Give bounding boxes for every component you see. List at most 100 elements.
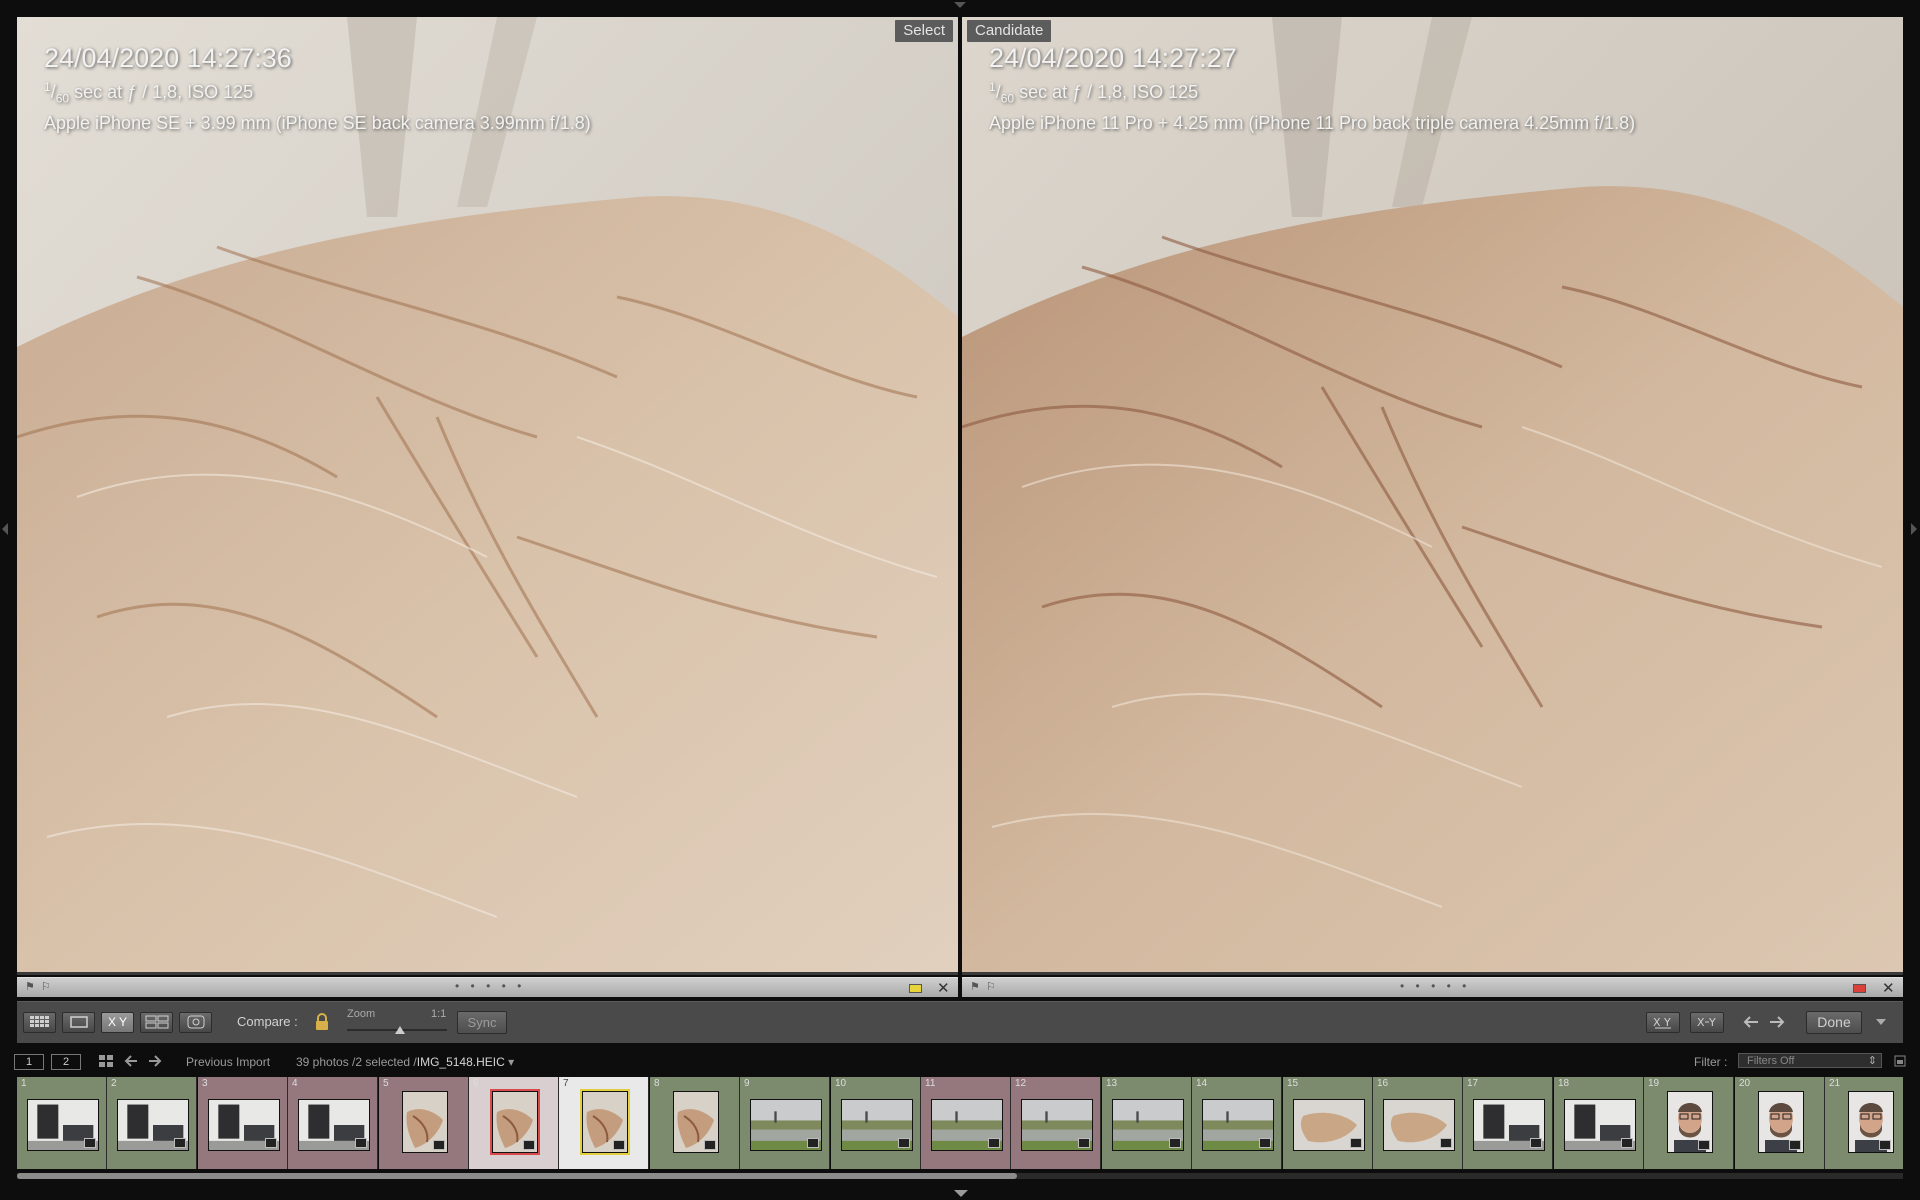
top-panel-toggle-icon[interactable] (954, 2, 966, 8)
filmstrip-cell[interactable]: 7 (559, 1077, 649, 1169)
edited-badge-icon (84, 1138, 96, 1148)
make-select-button[interactable]: XY (1690, 1012, 1724, 1033)
left-panel-toggle-icon[interactable] (2, 523, 8, 535)
filmstrip-thumbnail[interactable] (931, 1099, 1003, 1151)
filmstrip-cell-number: 7 (563, 1078, 569, 1089)
filmstrip-cell[interactable]: 5 (379, 1077, 469, 1169)
survey-view-button[interactable] (140, 1012, 173, 1033)
sync-button[interactable]: Sync (457, 1011, 507, 1034)
filmstrip-thumbnail[interactable] (1112, 1099, 1184, 1151)
grid-view-button[interactable] (23, 1012, 56, 1033)
source-label[interactable]: Previous Import (186, 1055, 270, 1069)
candidate-close-icon[interactable]: ✕ (1882, 979, 1895, 997)
select-pane[interactable]: Select 24/04/2020 14:27:36 1/60 sec at ƒ… (17, 17, 958, 975)
filmstrip-cell-number: 4 (292, 1078, 298, 1089)
select-label: Select (895, 20, 953, 42)
select-close-icon[interactable]: ✕ (937, 979, 950, 997)
filmstrip-thumbnail[interactable] (490, 1089, 540, 1155)
right-panel-toggle-icon[interactable] (1911, 523, 1917, 535)
filmstrip-cell[interactable]: 13 (1102, 1077, 1192, 1169)
filmstrip-cell[interactable]: 19 (1644, 1077, 1734, 1169)
filmstrip-scrollbar[interactable] (17, 1173, 1903, 1179)
filmstrip-cell[interactable]: 16 (1373, 1077, 1463, 1169)
filmstrip-thumbnail[interactable] (1667, 1091, 1713, 1153)
filmstrip-cell[interactable]: 8 (650, 1077, 740, 1169)
secondary-window-button[interactable]: 2 (51, 1054, 81, 1070)
select-exposure: 1/60 sec at ƒ / 1,8, ISO 125 (44, 80, 254, 106)
filmstrip-thumbnail[interactable] (27, 1099, 99, 1151)
filmstrip-cell[interactable]: 4 (288, 1077, 378, 1169)
filmstrip-thumbnail[interactable] (1293, 1099, 1365, 1151)
main-window-button[interactable]: 1 (14, 1054, 44, 1070)
filmstrip-cell[interactable]: 6 (469, 1077, 559, 1169)
filmstrip-cell[interactable]: 10 (831, 1077, 921, 1169)
select-photo[interactable] (17, 17, 958, 972)
zoom-label: Zoom (347, 1008, 376, 1020)
filmstrip-cell[interactable]: 20 (1735, 1077, 1825, 1169)
candidate-photo[interactable] (962, 17, 1903, 972)
filmstrip-toggle-icon[interactable] (954, 1190, 968, 1197)
loupe-view-button[interactable] (62, 1012, 95, 1033)
lock-icon[interactable] (315, 1012, 329, 1032)
filmstrip-thumbnail[interactable] (750, 1099, 822, 1151)
filmstrip-thumbnail[interactable] (1021, 1099, 1093, 1151)
filmstrip-cell-number: 8 (654, 1078, 660, 1089)
filmstrip-thumbnail[interactable] (1473, 1099, 1545, 1151)
edited-badge-icon (1879, 1140, 1891, 1150)
filmstrip-cell[interactable]: 15 (1283, 1077, 1373, 1169)
filmstrip-cell[interactable]: 17 (1463, 1077, 1553, 1169)
menu-chevron-icon[interactable] (1875, 1018, 1887, 1026)
filmstrip-cell-number: 6 (473, 1078, 479, 1089)
filmstrip-scroll-thumb[interactable] (17, 1173, 1017, 1179)
filmstrip-cell[interactable]: 21 (1825, 1077, 1903, 1169)
filmstrip-cell[interactable]: 3 (198, 1077, 288, 1169)
filmstrip-thumbnail[interactable] (673, 1091, 719, 1153)
edited-badge-icon (1621, 1138, 1633, 1148)
edited-badge-icon (355, 1138, 367, 1148)
filmstrip-cell-number: 18 (1558, 1078, 1570, 1089)
filter-select[interactable]: Filters Off ⇕ (1738, 1053, 1882, 1068)
next-arrow-icon[interactable] (1768, 1015, 1786, 1029)
forward-arrow-icon[interactable] (148, 1055, 162, 1067)
back-arrow-icon[interactable] (124, 1055, 138, 1067)
previous-arrow-icon[interactable] (1742, 1015, 1760, 1029)
filmstrip-cell[interactable]: 9 (740, 1077, 830, 1169)
grid-icon[interactable] (99, 1055, 113, 1067)
filmstrip-cell[interactable]: 14 (1192, 1077, 1282, 1169)
flag-icon[interactable]: ⚑ (970, 982, 980, 993)
candidate-pane[interactable]: Candidate 24/04/2020 14:27:27 1/60 sec a… (962, 17, 1903, 975)
filmstrip-cell[interactable]: 1 (17, 1077, 107, 1169)
reject-flag-icon[interactable]: ⚐ (41, 982, 51, 993)
swap-button[interactable]: XY (1646, 1012, 1680, 1033)
done-button[interactable]: Done (1806, 1011, 1862, 1034)
reject-flag-icon[interactable]: ⚐ (986, 982, 996, 993)
filmstrip-thumbnail[interactable] (841, 1099, 913, 1151)
candidate-color-label[interactable] (1853, 984, 1866, 993)
photo-count[interactable]: 39 photos /2 selected /IMG_5148.HEIC ▾ (296, 1055, 514, 1069)
filmstrip-thumbnail[interactable] (208, 1099, 280, 1151)
filmstrip-thumbnail[interactable] (402, 1091, 448, 1153)
filmstrip-thumbnail[interactable] (298, 1099, 370, 1151)
filter-lock-icon[interactable] (1894, 1055, 1906, 1067)
filmstrip-thumbnail[interactable] (117, 1099, 189, 1151)
filmstrip-thumbnail[interactable] (1202, 1099, 1274, 1151)
people-view-button[interactable] (179, 1012, 212, 1033)
select-color-label[interactable] (909, 984, 922, 993)
candidate-label: Candidate (967, 20, 1052, 42)
filmstrip-thumbnail[interactable] (1848, 1091, 1894, 1153)
filmstrip-thumbnail[interactable] (1758, 1091, 1804, 1153)
filmstrip-thumbnail[interactable] (1383, 1099, 1455, 1151)
select-rating[interactable]: • • • • • (455, 979, 525, 993)
zoom-slider-thumb[interactable] (395, 1026, 405, 1034)
filmstrip-cell[interactable]: 11 (921, 1077, 1011, 1169)
filmstrip-thumbnail[interactable] (580, 1089, 630, 1155)
flag-icon[interactable]: ⚑ (25, 982, 35, 993)
candidate-rating[interactable]: • • • • • (1400, 979, 1470, 993)
edited-badge-icon (523, 1140, 535, 1150)
svg-text:Y: Y (1663, 1016, 1671, 1029)
filmstrip-cell[interactable]: 2 (107, 1077, 197, 1169)
filmstrip-cell[interactable]: 18 (1554, 1077, 1644, 1169)
filmstrip-thumbnail[interactable] (1564, 1099, 1636, 1151)
compare-view-button[interactable]: X Y (101, 1012, 134, 1033)
filmstrip-cell[interactable]: 12 (1011, 1077, 1101, 1169)
